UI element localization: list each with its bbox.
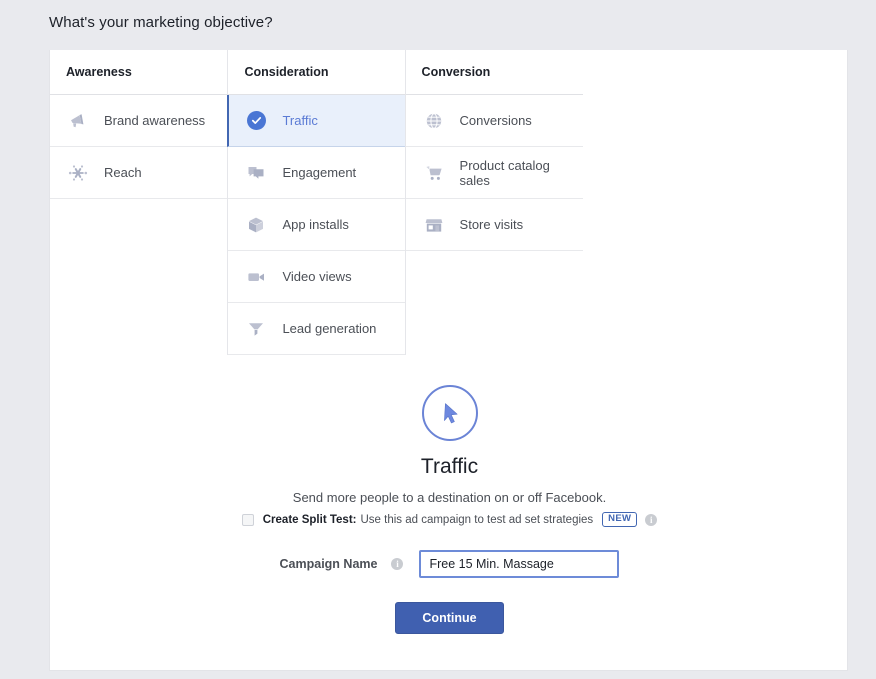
continue-row: Continue bbox=[50, 602, 849, 634]
objective-item-label: Product catalog sales bbox=[460, 158, 583, 188]
storefront-icon bbox=[422, 213, 446, 237]
speech-bubbles-icon bbox=[244, 161, 268, 185]
objective-item-store-visits[interactable]: Store visits bbox=[406, 199, 583, 251]
objective-item-app-installs[interactable]: App installs bbox=[228, 199, 404, 251]
campaign-name-input-wrapper[interactable] bbox=[419, 550, 619, 578]
column-spacer bbox=[406, 303, 583, 355]
continue-button[interactable]: Continue bbox=[395, 602, 503, 634]
new-badge: NEW bbox=[602, 512, 637, 527]
objective-item-lead-generation[interactable]: Lead generation bbox=[228, 303, 404, 355]
objective-item-label: Engagement bbox=[282, 165, 356, 180]
split-test-label-bold: Create Split Test: bbox=[263, 514, 357, 526]
objective-column-consideration: Consideration Traffic bbox=[227, 50, 405, 355]
column-spacer bbox=[50, 303, 227, 355]
split-test-label-text: Use this ad campaign to test ad set stra… bbox=[360, 514, 593, 526]
objective-item-label: Lead generation bbox=[282, 321, 376, 336]
hero-title: Traffic bbox=[50, 455, 849, 479]
objective-item-reach[interactable]: Reach bbox=[50, 147, 227, 199]
shopping-cart-icon bbox=[422, 161, 446, 185]
campaign-name-label: Campaign Name bbox=[280, 557, 378, 571]
objective-item-label: Conversions bbox=[460, 113, 532, 128]
create-split-test-checkbox[interactable] bbox=[242, 514, 254, 526]
column-spacer bbox=[50, 199, 227, 251]
campaign-name-info-icon[interactable]: i bbox=[391, 558, 403, 570]
video-camera-icon bbox=[244, 265, 268, 289]
column-spacer bbox=[406, 251, 583, 303]
objective-item-video-views[interactable]: Video views bbox=[228, 251, 404, 303]
split-test-row: Create Split Test: Use this ad campaign … bbox=[50, 512, 849, 527]
objective-item-label: Video views bbox=[282, 269, 351, 284]
objective-item-brand-awareness[interactable]: Brand awareness bbox=[50, 95, 227, 147]
hero-description: Send more people to a destination on or … bbox=[50, 490, 849, 505]
objective-column-awareness: Awareness Brand awareness bbox=[50, 50, 227, 355]
objective-item-product-catalog-sales[interactable]: Product catalog sales bbox=[406, 147, 583, 199]
split-test-info-icon[interactable]: i bbox=[645, 514, 657, 526]
campaign-name-row: Campaign Name i bbox=[50, 550, 849, 578]
page-title: What's your marketing objective? bbox=[49, 14, 273, 31]
check-circle-icon bbox=[244, 109, 268, 133]
objective-hero: Traffic Send more people to a destinatio… bbox=[50, 385, 849, 505]
objective-item-label: App installs bbox=[282, 217, 348, 232]
objective-item-label: Store visits bbox=[460, 217, 524, 232]
column-header-awareness: Awareness bbox=[50, 50, 227, 95]
objective-item-label: Reach bbox=[104, 165, 142, 180]
objective-column-conversion: Conversion Conversions bbox=[406, 50, 583, 355]
funnel-icon bbox=[244, 317, 268, 341]
column-header-consideration: Consideration bbox=[228, 50, 404, 95]
starburst-icon bbox=[66, 161, 90, 185]
content-card: Awareness Brand awareness bbox=[49, 50, 848, 671]
megaphone-icon bbox=[66, 109, 90, 133]
objective-item-conversions[interactable]: Conversions bbox=[406, 95, 583, 147]
column-spacer bbox=[50, 251, 227, 303]
objective-item-engagement[interactable]: Engagement bbox=[228, 147, 404, 199]
column-header-conversion: Conversion bbox=[406, 50, 583, 95]
cube-icon bbox=[244, 213, 268, 237]
cursor-arrow-icon bbox=[422, 385, 478, 441]
objective-item-label: Brand awareness bbox=[104, 113, 205, 128]
objective-item-label: Traffic bbox=[282, 113, 317, 128]
objective-table: Awareness Brand awareness bbox=[50, 50, 583, 355]
objective-item-traffic[interactable]: Traffic bbox=[227, 95, 404, 147]
globe-icon bbox=[422, 109, 446, 133]
campaign-name-input[interactable] bbox=[429, 557, 609, 571]
